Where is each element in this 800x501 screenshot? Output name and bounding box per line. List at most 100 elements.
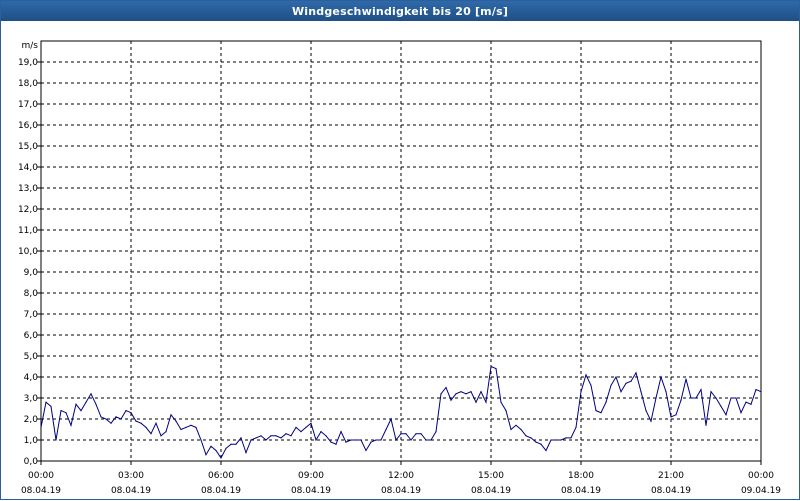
chart-svg: 0,0 1,0 2,0 3,0 4,0 5,0 6,0 7,0 8,0 9,0 10,0 11,0 12… (18, 40, 781, 496)
data-point (390, 418, 392, 420)
data-point (680, 399, 682, 401)
x-tick-date: 08.04.19 (651, 486, 691, 496)
data-point (115, 416, 117, 418)
data-point (550, 439, 552, 441)
data-point (555, 439, 557, 441)
x-tick-time: 00:00 (28, 471, 54, 481)
y-tick-label: 4,0 (24, 373, 39, 383)
data-point (665, 391, 667, 393)
data-point (350, 439, 352, 441)
x-tick-time: 09:00 (298, 471, 324, 481)
data-point (600, 412, 602, 414)
data-point (710, 391, 712, 393)
data-point (445, 386, 447, 389)
data-point (715, 397, 717, 399)
data-point (140, 422, 142, 424)
data-point (280, 437, 282, 439)
data-point (660, 376, 662, 378)
y-tick-label: 17,0 (18, 100, 38, 110)
data-point (170, 414, 172, 416)
data-point (705, 424, 707, 426)
data-point (230, 443, 232, 445)
data-point (490, 365, 492, 368)
data-point (300, 431, 302, 433)
x-tick-date: 08.04.19 (291, 486, 331, 496)
data-point (735, 397, 737, 399)
data-point (200, 439, 202, 441)
data-point (175, 420, 177, 422)
y-tick-label: 5,0 (24, 352, 39, 362)
data-point (590, 384, 592, 386)
data-point (380, 439, 382, 441)
data-point (515, 424, 517, 426)
y-tick-label: 19,0 (18, 58, 38, 68)
y-tick-label: 15,0 (18, 142, 38, 152)
chart-window: Windgeschwindigkeit bis 20 [m/s] 0,0 1,0 2… (0, 0, 800, 500)
data-point (700, 389, 702, 391)
x-tick-date: 09.04.19 (741, 486, 781, 496)
data-point (50, 405, 52, 407)
data-point (80, 410, 82, 412)
data-point (330, 441, 332, 443)
data-point (90, 393, 92, 395)
data-point (75, 403, 77, 405)
data-point (150, 433, 152, 435)
data-point (630, 380, 632, 382)
data-point (125, 410, 127, 412)
data-point (245, 452, 247, 454)
data-point (640, 391, 642, 393)
data-point (420, 433, 422, 435)
data-point (535, 441, 537, 443)
data-point (545, 449, 547, 452)
data-point (285, 433, 287, 435)
data-point (275, 435, 277, 437)
data-point (385, 428, 387, 431)
x-tick-time: 18:00 (568, 471, 594, 481)
data-point (675, 414, 677, 416)
data-point (45, 401, 47, 403)
data-point (210, 445, 212, 447)
y-tick-label: 14,0 (18, 163, 38, 173)
data-point (195, 426, 197, 428)
data-point (400, 433, 402, 435)
data-point (320, 431, 322, 433)
data-point (65, 412, 67, 414)
data-point (85, 401, 87, 403)
data-point (740, 412, 742, 414)
data-point (305, 426, 307, 428)
data-point (625, 382, 627, 384)
y-tick-label: 13,0 (18, 184, 38, 194)
data-point (695, 397, 697, 399)
data-point (145, 426, 147, 428)
x-tick-date: 08.04.19 (381, 486, 421, 496)
data-point (295, 426, 297, 428)
data-point (190, 424, 192, 426)
data-point (425, 439, 427, 441)
data-point (495, 368, 497, 370)
data-point (270, 435, 272, 437)
data-point (635, 372, 637, 374)
data-point (360, 439, 362, 441)
data-point (615, 376, 617, 378)
y-tick-label: 10,0 (18, 247, 38, 257)
data-point (265, 439, 267, 441)
data-point (485, 401, 487, 403)
data-point (370, 441, 372, 443)
y-tick-label: 0,0 (24, 457, 39, 467)
x-tick-date: 08.04.19 (201, 486, 241, 496)
data-point (520, 428, 522, 431)
y-axis-unit: m/s (22, 41, 39, 51)
data-point (540, 443, 542, 445)
x-tick-date: 08.04.19 (561, 486, 601, 496)
x-tick-date: 08.04.19 (471, 486, 511, 496)
x-tick-time: 15:00 (478, 471, 504, 481)
data-point (405, 433, 407, 435)
data-point (60, 410, 62, 412)
y-tick-label: 11,0 (18, 226, 38, 236)
x-tick-date: 08.04.19 (21, 486, 61, 496)
data-point (160, 435, 162, 437)
data-point (205, 454, 207, 456)
x-tick-time: 03:00 (118, 471, 144, 481)
data-point (475, 401, 477, 403)
data-point (500, 401, 502, 403)
